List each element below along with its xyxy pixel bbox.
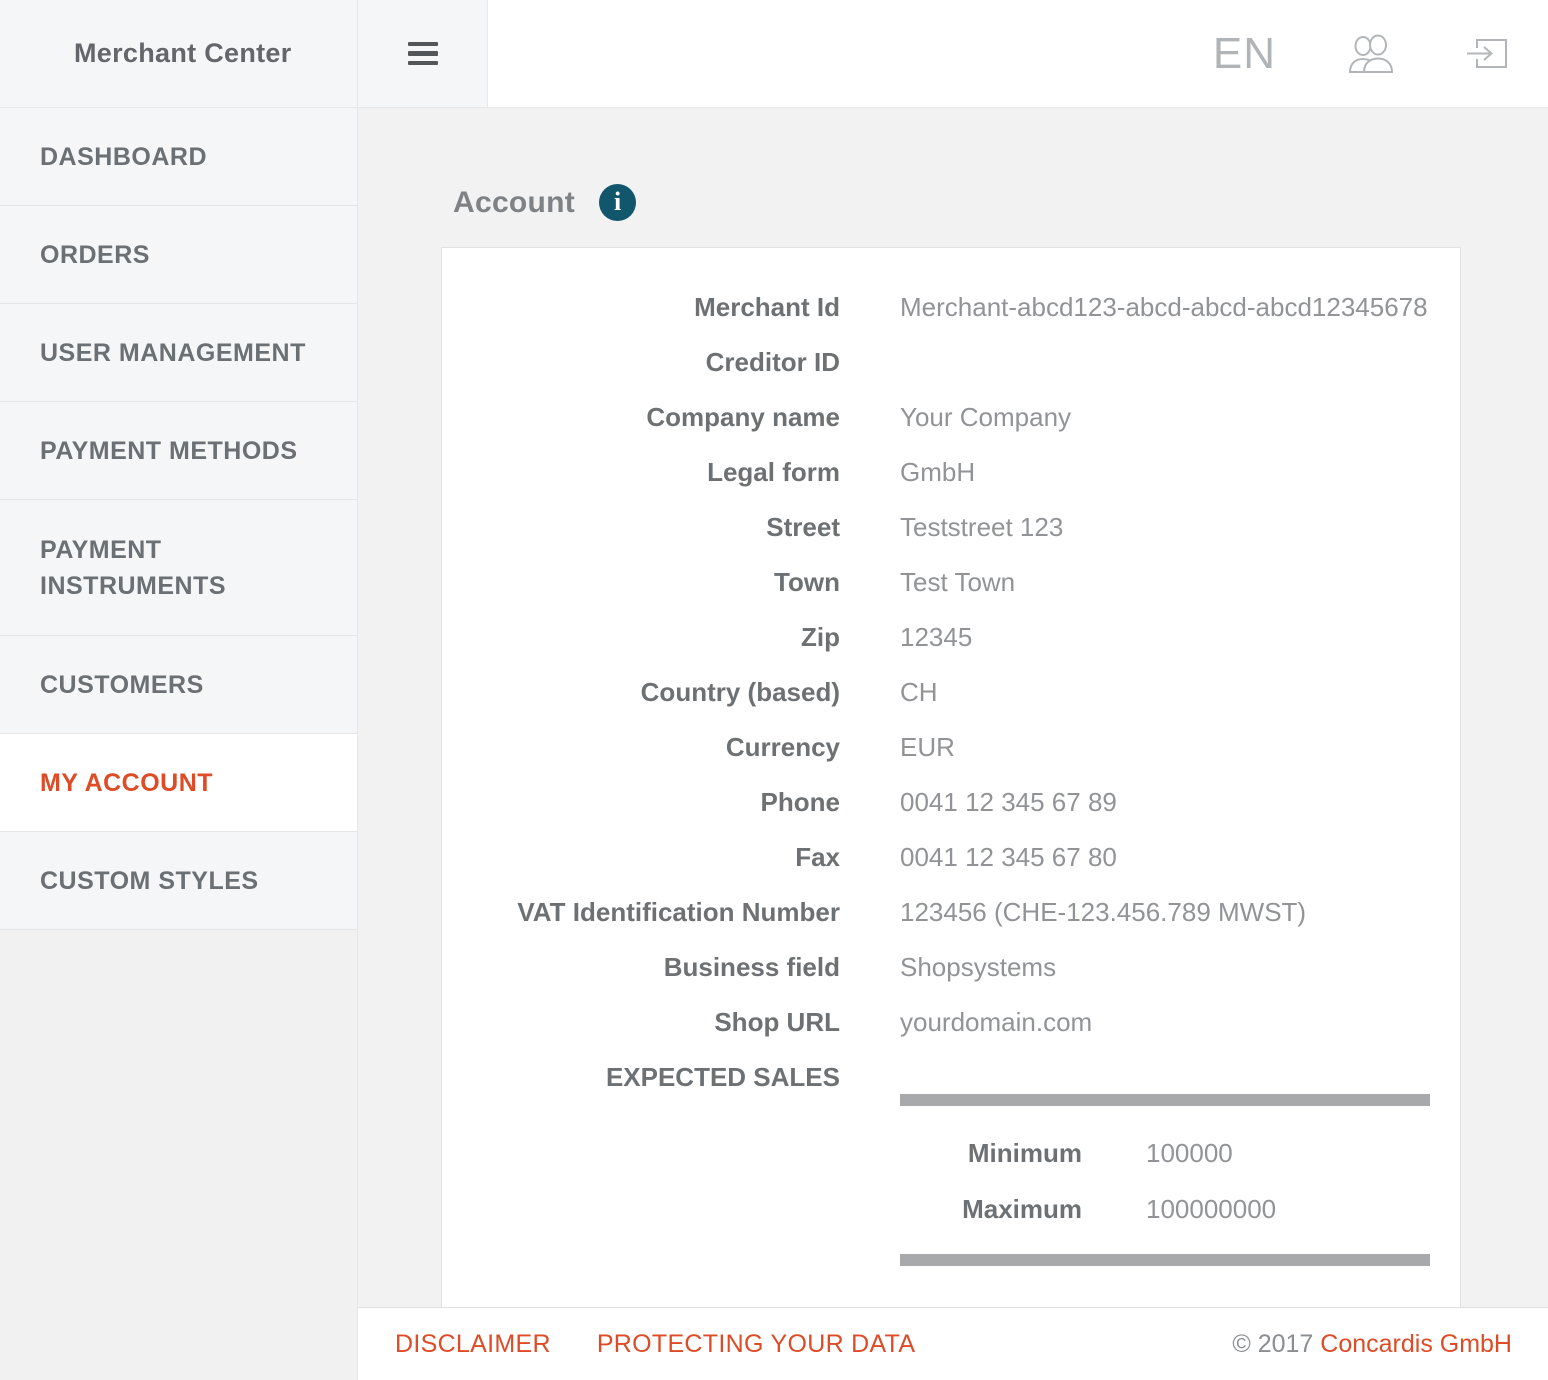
- sidebar-item-label: PAYMENT METHODS: [40, 433, 298, 469]
- sidebar-item-label: ORDERS: [40, 237, 150, 273]
- field-value: [900, 345, 1430, 380]
- field-value: Test Town: [900, 565, 1430, 600]
- sidebar-item-label: DASHBOARD: [40, 139, 207, 175]
- sidebar-item-label: USER MANAGEMENT: [40, 335, 306, 371]
- field-label: Country (based): [442, 675, 840, 710]
- minimum-value: 100000: [1146, 1136, 1233, 1170]
- field-value: 0041 12 345 67 89: [900, 785, 1430, 820]
- logout-icon[interactable]: [1466, 34, 1508, 74]
- expected-sales-section: EXPECTED SALES Minimum 100000 Maximum 10…: [442, 1050, 1460, 1276]
- field-value: Teststreet 123: [900, 510, 1430, 545]
- app-title: Merchant Center: [74, 38, 292, 69]
- sidebar-item-label: PAYMENT INSTRUMENTS: [40, 532, 337, 604]
- field-label: Merchant Id: [442, 290, 840, 325]
- sidebar-item-payment-instruments[interactable]: PAYMENT INSTRUMENTS: [0, 500, 357, 636]
- sidebar-item-label: CUSTOMERS: [40, 667, 204, 703]
- field-row-company-name: Company name Your Company: [442, 390, 1460, 445]
- maximum-label: Maximum: [900, 1192, 1082, 1226]
- field-row-town: Town Test Town: [442, 555, 1460, 610]
- expected-sales-label: EXPECTED SALES: [442, 1060, 840, 1266]
- copyright-area: © 2017 Concardis GmbH: [1232, 1330, 1512, 1359]
- page-heading: Account i: [453, 184, 1548, 221]
- field-value: 12345: [900, 620, 1430, 655]
- language-selector[interactable]: EN: [1213, 29, 1276, 79]
- sidebar-item-custom-styles[interactable]: CUSTOM STYLES: [0, 832, 357, 930]
- disclaimer-link[interactable]: DISCLAIMER: [395, 1330, 551, 1359]
- field-label: Currency: [442, 730, 840, 765]
- sidebar-item-payment-methods[interactable]: PAYMENT METHODS: [0, 402, 357, 500]
- expected-sales-values: Minimum 100000 Maximum 100000000: [900, 1060, 1430, 1266]
- divider-bar: [900, 1094, 1430, 1106]
- field-row-country: Country (based) CH: [442, 665, 1460, 720]
- field-value: GmbH: [900, 455, 1430, 490]
- brand-area: Merchant Center: [0, 0, 358, 108]
- users-icon[interactable]: [1348, 34, 1394, 74]
- field-label: Phone: [442, 785, 840, 820]
- sidebar-item-orders[interactable]: ORDERS: [0, 206, 357, 304]
- field-row-phone: Phone 0041 12 345 67 89: [442, 775, 1460, 830]
- page-title: Account: [453, 186, 575, 220]
- main-content: Account i Merchant Id Merchant-abcd123-a…: [358, 108, 1548, 1307]
- top-bar: Merchant Center EN: [0, 0, 1548, 108]
- hamburger-menu-icon: [408, 42, 438, 66]
- sidebar-item-dashboard[interactable]: DASHBOARD: [0, 108, 357, 206]
- field-row-shop-url: Shop URL yourdomain.com: [442, 995, 1460, 1050]
- sidebar-item-label: CUSTOM STYLES: [40, 863, 259, 899]
- divider-bar: [900, 1254, 1430, 1266]
- sidebar-item-customers[interactable]: CUSTOMERS: [0, 636, 357, 734]
- field-value: CH: [900, 675, 1430, 710]
- field-row-fax: Fax 0041 12 345 67 80: [442, 830, 1460, 885]
- field-value: EUR: [900, 730, 1430, 765]
- maximum-value: 100000000: [1146, 1192, 1276, 1226]
- field-label: Zip: [442, 620, 840, 655]
- field-row-creditor-id: Creditor ID: [442, 335, 1460, 390]
- copyright-text: © 2017: [1232, 1330, 1320, 1359]
- minimum-label: Minimum: [900, 1136, 1082, 1170]
- footer: DISCLAIMER PROTECTING YOUR DATA © 2017 C…: [358, 1307, 1548, 1380]
- expected-sales-maximum-row: Maximum 100000000: [900, 1192, 1430, 1226]
- field-label: Legal form: [442, 455, 840, 490]
- sidebar-nav: DASHBOARD ORDERS USER MANAGEMENT PAYMENT…: [0, 108, 358, 1380]
- field-label: Town: [442, 565, 840, 600]
- protecting-your-data-link[interactable]: PROTECTING YOUR DATA: [597, 1330, 916, 1359]
- field-row-currency: Currency EUR: [442, 720, 1460, 775]
- field-label: Fax: [442, 840, 840, 875]
- sidebar-item-user-management[interactable]: USER MANAGEMENT: [0, 304, 357, 402]
- field-label: Business field: [442, 950, 840, 985]
- field-label: Street: [442, 510, 840, 545]
- field-label: Creditor ID: [442, 345, 840, 380]
- field-value: Your Company: [900, 400, 1430, 435]
- field-row-street: Street Teststreet 123: [442, 500, 1460, 555]
- sidebar-item-my-account[interactable]: MY ACCOUNT: [0, 734, 357, 832]
- top-bar-main: EN: [488, 0, 1548, 108]
- field-row-vat-number: VAT Identification Number 123456 (CHE-12…: [442, 885, 1460, 940]
- field-label: Company name: [442, 400, 840, 435]
- field-label: Shop URL: [442, 1005, 840, 1040]
- field-label: VAT Identification Number: [442, 895, 840, 930]
- expected-sales-minimum-row: Minimum 100000: [900, 1136, 1430, 1170]
- field-value: yourdomain.com: [900, 1005, 1430, 1040]
- field-row-business-field: Business field Shopsystems: [442, 940, 1460, 995]
- field-value: Merchant-abcd123-abcd-abcd-abcd12345678: [900, 290, 1430, 325]
- field-row-merchant-id: Merchant Id Merchant-abcd123-abcd-abcd-a…: [442, 280, 1460, 335]
- menu-toggle-button[interactable]: [358, 0, 488, 108]
- field-row-zip: Zip 12345: [442, 610, 1460, 665]
- sidebar-item-label: MY ACCOUNT: [40, 765, 213, 801]
- company-link[interactable]: Concardis GmbH: [1320, 1330, 1512, 1359]
- info-icon[interactable]: i: [599, 184, 636, 221]
- field-value: 0041 12 345 67 80: [900, 840, 1430, 875]
- field-value: 123456 (CHE-123.456.789 MWST): [900, 895, 1430, 930]
- field-value: Shopsystems: [900, 950, 1430, 985]
- field-row-legal-form: Legal form GmbH: [442, 445, 1460, 500]
- account-details-card: Merchant Id Merchant-abcd123-abcd-abcd-a…: [441, 247, 1461, 1307]
